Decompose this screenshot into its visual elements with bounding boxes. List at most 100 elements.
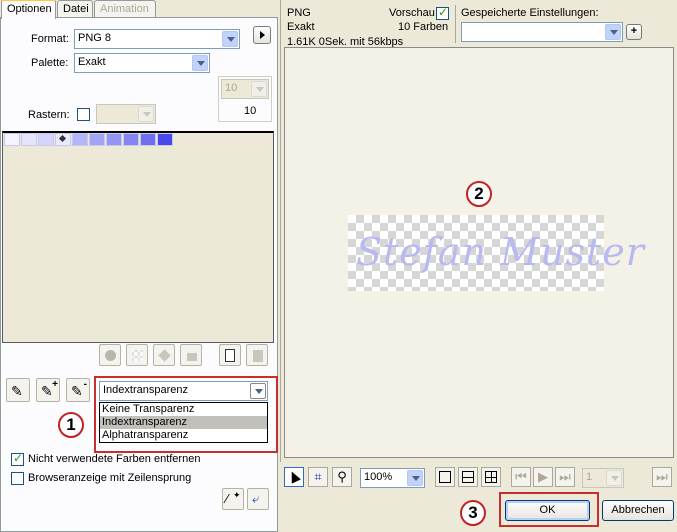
step-badge-2: 2 [466, 181, 492, 207]
color-swatch[interactable] [106, 133, 122, 146]
highlight-box-1 [94, 376, 278, 453]
raster-label: Rastern: [28, 109, 70, 121]
color-swatch[interactable] [72, 133, 88, 146]
color-swatch[interactable] [38, 133, 54, 146]
new-page-icon [225, 349, 235, 362]
format-select[interactable]: PNG 8 [74, 29, 240, 49]
cancel-button[interactable]: Abbrechen [602, 500, 674, 521]
colors-select: 10 [221, 79, 269, 99]
web-safe-button [153, 344, 175, 366]
chevron-down-icon[interactable] [407, 470, 423, 486]
chevron-down-icon[interactable] [222, 31, 238, 47]
remove-unused-checkbox[interactable] [11, 451, 24, 466]
highlight-box-3 [499, 492, 599, 527]
vertical-divider [455, 5, 456, 43]
chevron-down-icon [138, 106, 154, 122]
trash-icon [253, 350, 263, 362]
magnifier-icon: ⚲ [337, 469, 347, 484]
frame-select: 1 [582, 468, 624, 488]
preview-palette: Exakt [287, 21, 315, 33]
single-view-button[interactable] [435, 467, 455, 487]
add-setting-button[interactable]: + [626, 24, 642, 40]
new-color-button[interactable] [219, 344, 241, 366]
chevron-down-icon[interactable] [605, 24, 621, 40]
palette-value: Exakt [78, 56, 106, 68]
zoom-value: 100% [364, 471, 393, 483]
zoom-tool[interactable]: ⚲ [332, 467, 352, 487]
optimize-wand-button[interactable]: ⁄ ✦ [222, 488, 244, 510]
saved-settings-select[interactable] [461, 22, 623, 42]
color-table[interactable] [2, 131, 274, 343]
format-label: Format: [31, 33, 69, 45]
zoom-select[interactable]: 100% [360, 468, 425, 488]
chevron-down-icon [606, 470, 622, 486]
preview-colors: 10 Farben [398, 21, 449, 33]
crop-tool[interactable]: ⌗ [308, 467, 328, 487]
colors-value: 10 [225, 82, 238, 94]
pointer-tool[interactable] [284, 467, 304, 487]
play-button: ▶ [533, 467, 553, 487]
next-frame-icon: ⏭ [656, 469, 668, 484]
saved-settings-label: Gespeicherte Einstellungen: [461, 7, 599, 19]
eyedropper-minus-button[interactable]: ✎ - [66, 378, 90, 402]
four-view-button[interactable] [481, 467, 501, 487]
tab-datei[interactable]: Datei [57, 0, 93, 18]
arrow-right-button[interactable] [253, 26, 271, 44]
four-pane-icon [485, 471, 497, 483]
cube-icon [158, 349, 171, 362]
single-pane-icon [439, 471, 451, 483]
eyedropper-icon: ✎ [11, 383, 23, 399]
signature-text: Stefan Muster [356, 230, 645, 274]
preview-checkbox[interactable] [436, 5, 449, 20]
first-frame-icon: ⏮ [515, 469, 527, 484]
play-icon: ▶ [538, 469, 548, 484]
eyedropper-button[interactable]: ✎ [6, 378, 30, 402]
export-button[interactable]: ⤶ [247, 488, 269, 510]
delete-color-button [246, 344, 268, 366]
remove-unused-label: Nicht verwendete Farben entfernen [28, 453, 201, 465]
color-swatch[interactable] [123, 133, 139, 146]
crop-icon: ⌗ [314, 469, 322, 484]
tab-optionen[interactable]: Optionen [1, 0, 56, 19]
palette-select[interactable]: Exakt [74, 53, 210, 73]
checker-icon [132, 350, 143, 361]
tab-animation: Animation [94, 0, 156, 18]
color-swatch[interactable] [55, 133, 71, 146]
pointer-icon [287, 469, 301, 484]
arrow-right-icon [259, 31, 265, 39]
eyedropper-minus-icon: ✎ [71, 383, 83, 399]
last-frame-button: ⏭ [555, 467, 575, 487]
two-view-button[interactable] [458, 467, 478, 487]
two-pane-icon [462, 471, 474, 483]
color-swatch[interactable] [140, 133, 156, 146]
snap-web-color-button [99, 344, 121, 366]
next-frame-button: ⏭ [652, 467, 672, 487]
interlaced-checkbox[interactable] [11, 472, 24, 485]
selected-swatch-icon [58, 134, 67, 143]
format-value: PNG 8 [78, 32, 112, 44]
eyedropper-plus-button[interactable]: ✎ + [36, 378, 60, 402]
color-swatch[interactable] [89, 133, 105, 146]
transparency-toggle-button [126, 344, 148, 366]
chevron-down-icon[interactable] [192, 55, 208, 71]
color-swatch[interactable] [21, 133, 37, 146]
export-arrow-icon: ⤶ [252, 491, 260, 506]
step-badge-1: 1 [58, 412, 84, 438]
lock-color-button [180, 344, 202, 366]
interlaced-label: Browseranzeige mit Zeilensprung [28, 472, 192, 484]
circle-icon [105, 350, 116, 361]
raster-checkbox[interactable] [77, 108, 90, 121]
raster-select [96, 104, 156, 124]
preview-format: PNG [287, 7, 311, 19]
color-swatch[interactable] [4, 133, 20, 146]
last-frame-icon: ⏭ [559, 469, 571, 484]
step-badge-3: 3 [460, 500, 486, 526]
color-swatch[interactable] [157, 133, 173, 146]
palette-label: Palette: [31, 57, 69, 69]
first-frame-button: ⏮ [511, 467, 531, 487]
eyedropper-plus-icon: ✎ [41, 383, 53, 399]
frame-value: 1 [586, 471, 593, 483]
preview-label: Vorschau [389, 7, 435, 19]
chevron-down-icon [251, 81, 267, 97]
lock-icon [187, 353, 197, 361]
